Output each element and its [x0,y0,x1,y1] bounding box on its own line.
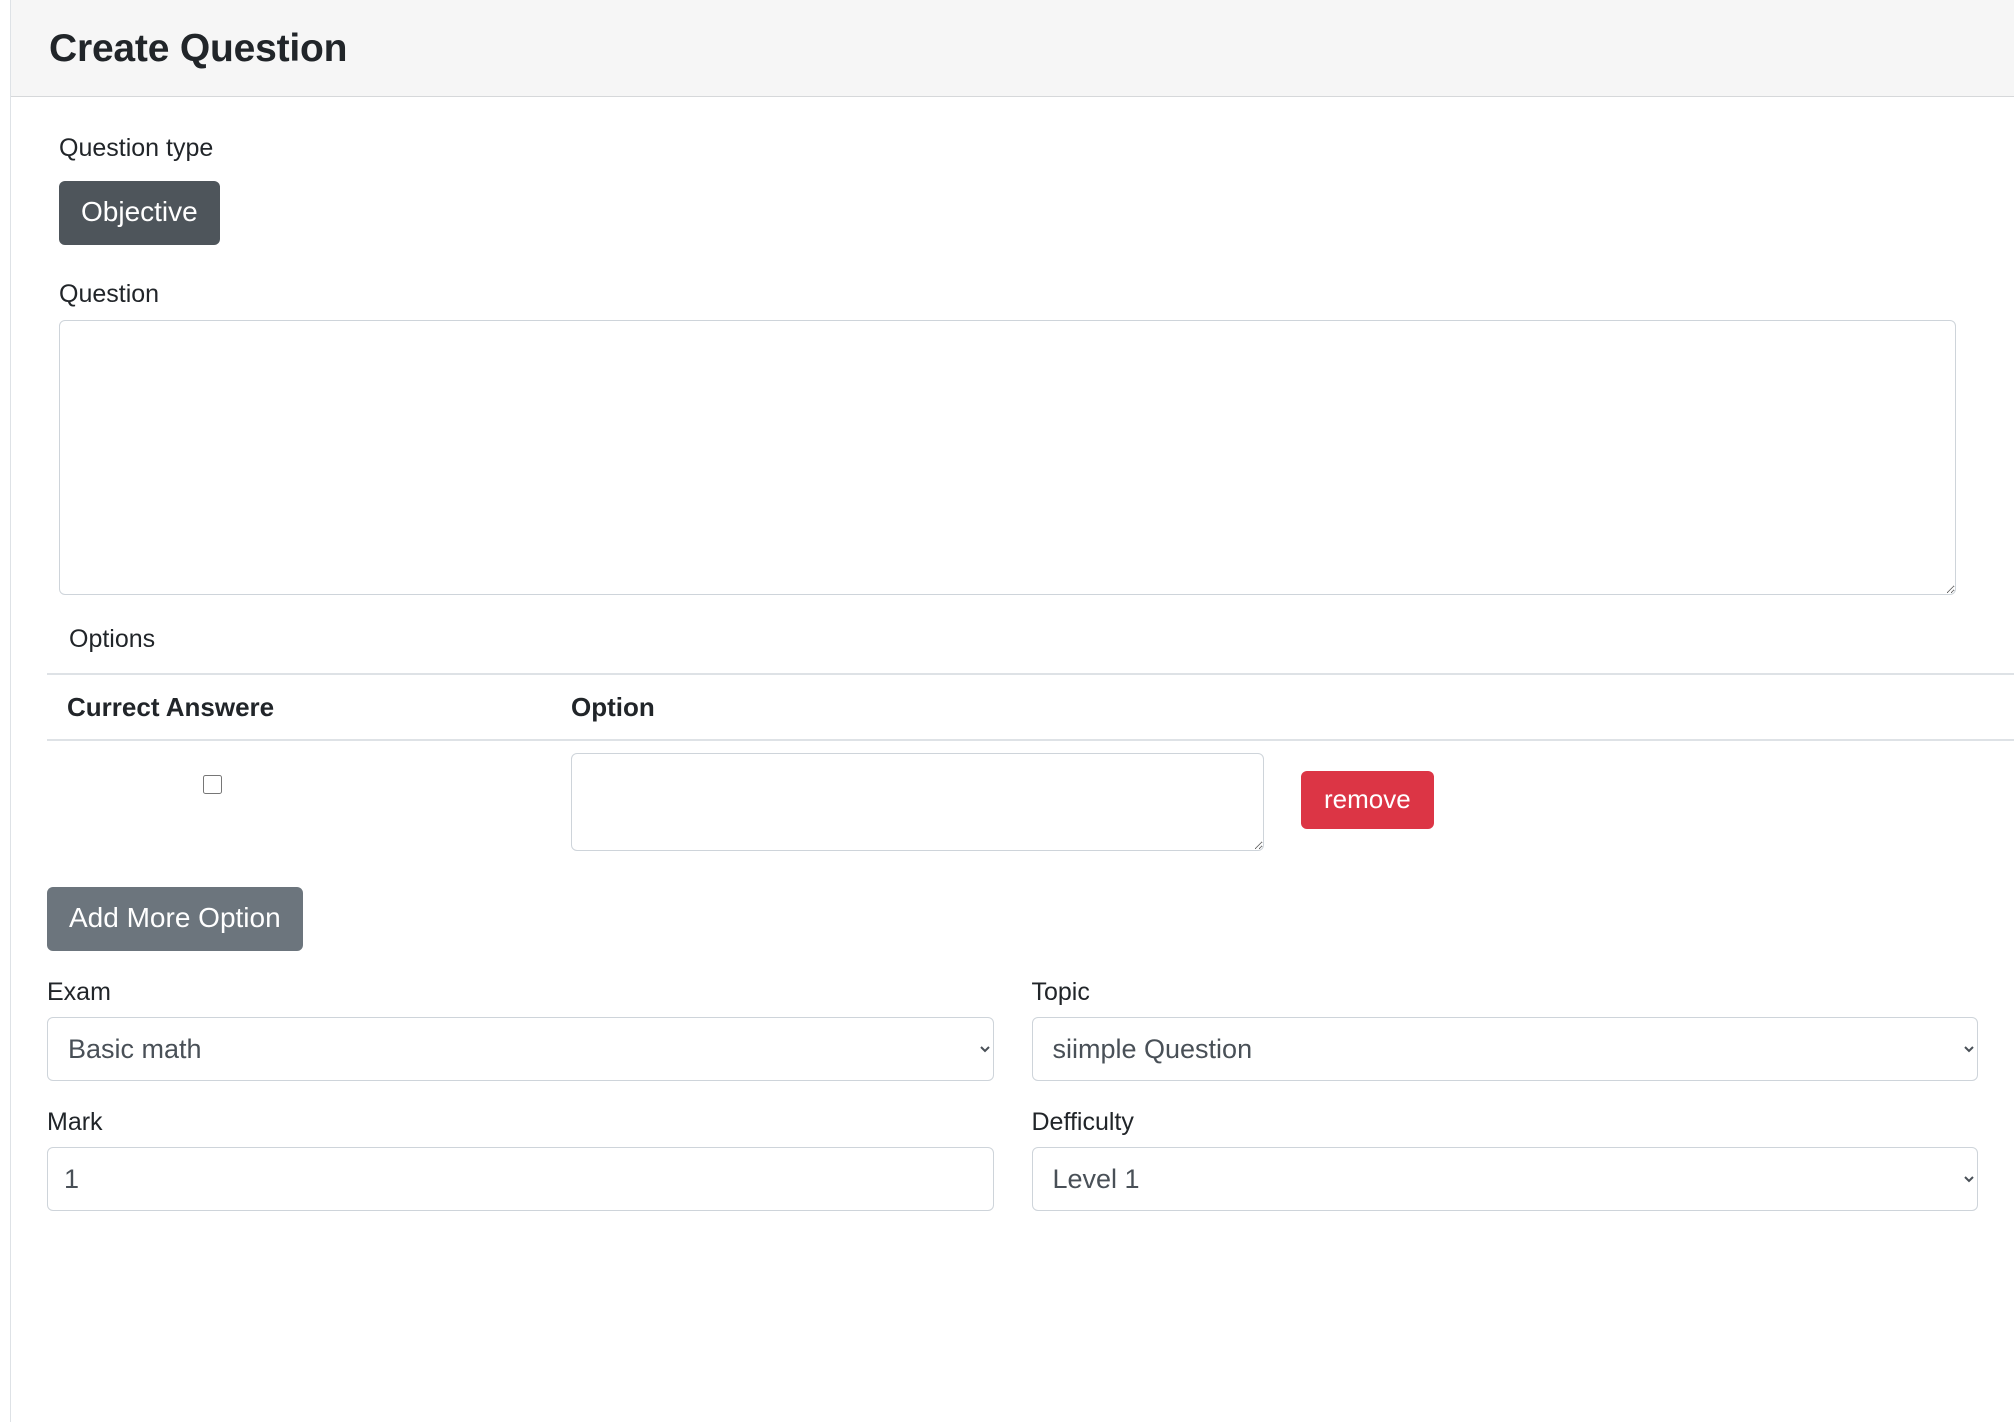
page-root: Create Question Question type Objective … [0,0,2014,1422]
add-option-wrapper: Add More Option [11,887,2014,951]
add-more-option-button[interactable]: Add More Option [47,887,303,951]
column-header-action [1271,674,2014,740]
mark-label: Mark [47,1107,994,1137]
cell-option [547,740,1271,851]
question-group: Question [11,279,2014,595]
column-header-option: Option [547,674,1271,740]
question-label: Question [59,279,1956,309]
options-table: Currect Answere Option rem [47,673,2014,851]
question-type-group: Question type Objective [11,133,2014,245]
exam-select[interactable]: Basic math [47,1017,994,1081]
correct-answer-checkbox[interactable] [203,775,222,794]
page-title: Create Question [49,29,347,68]
mark-group: Mark [47,1107,1013,1211]
mark-input[interactable] [47,1147,994,1211]
exam-group: Exam Basic math [47,977,1013,1081]
remove-option-button[interactable]: remove [1301,771,1434,829]
topic-select[interactable]: siimple Question [1032,1017,1979,1081]
question-type-objective-button[interactable]: Objective [59,181,220,245]
row-spacer [11,1081,2014,1107]
difficulty-select[interactable]: Level 1 [1032,1147,1979,1211]
options-table-body: remove [47,740,2014,851]
difficulty-label: Defficulty [1032,1107,1979,1137]
exam-label: Exam [47,977,994,1007]
options-table-head: Currect Answere Option [47,674,2014,740]
difficulty-group: Defficulty Level 1 [1013,1107,1979,1211]
table-row: remove [47,740,2014,851]
exam-topic-row: Exam Basic math Topic siimple Question [11,977,2014,1081]
option-textarea[interactable] [571,753,1264,851]
cell-correct-answer [47,740,547,851]
question-type-label: Question type [59,134,213,162]
card-body: Question type Objective Question Options… [11,97,2014,1211]
cell-action: remove [1271,740,2014,851]
create-question-card: Create Question Question type Objective … [10,0,2014,1422]
card-header: Create Question [11,0,2014,97]
column-header-correct-answer: Currect Answere [47,674,547,740]
mark-difficulty-row: Mark Defficulty Level 1 [11,1107,2014,1211]
topic-group: Topic siimple Question [1013,977,1979,1081]
question-textarea[interactable] [59,320,1956,595]
topic-label: Topic [1032,977,1979,1007]
options-table-header-row: Currect Answere Option [47,674,2014,740]
options-section-label: Options [11,625,2014,654]
